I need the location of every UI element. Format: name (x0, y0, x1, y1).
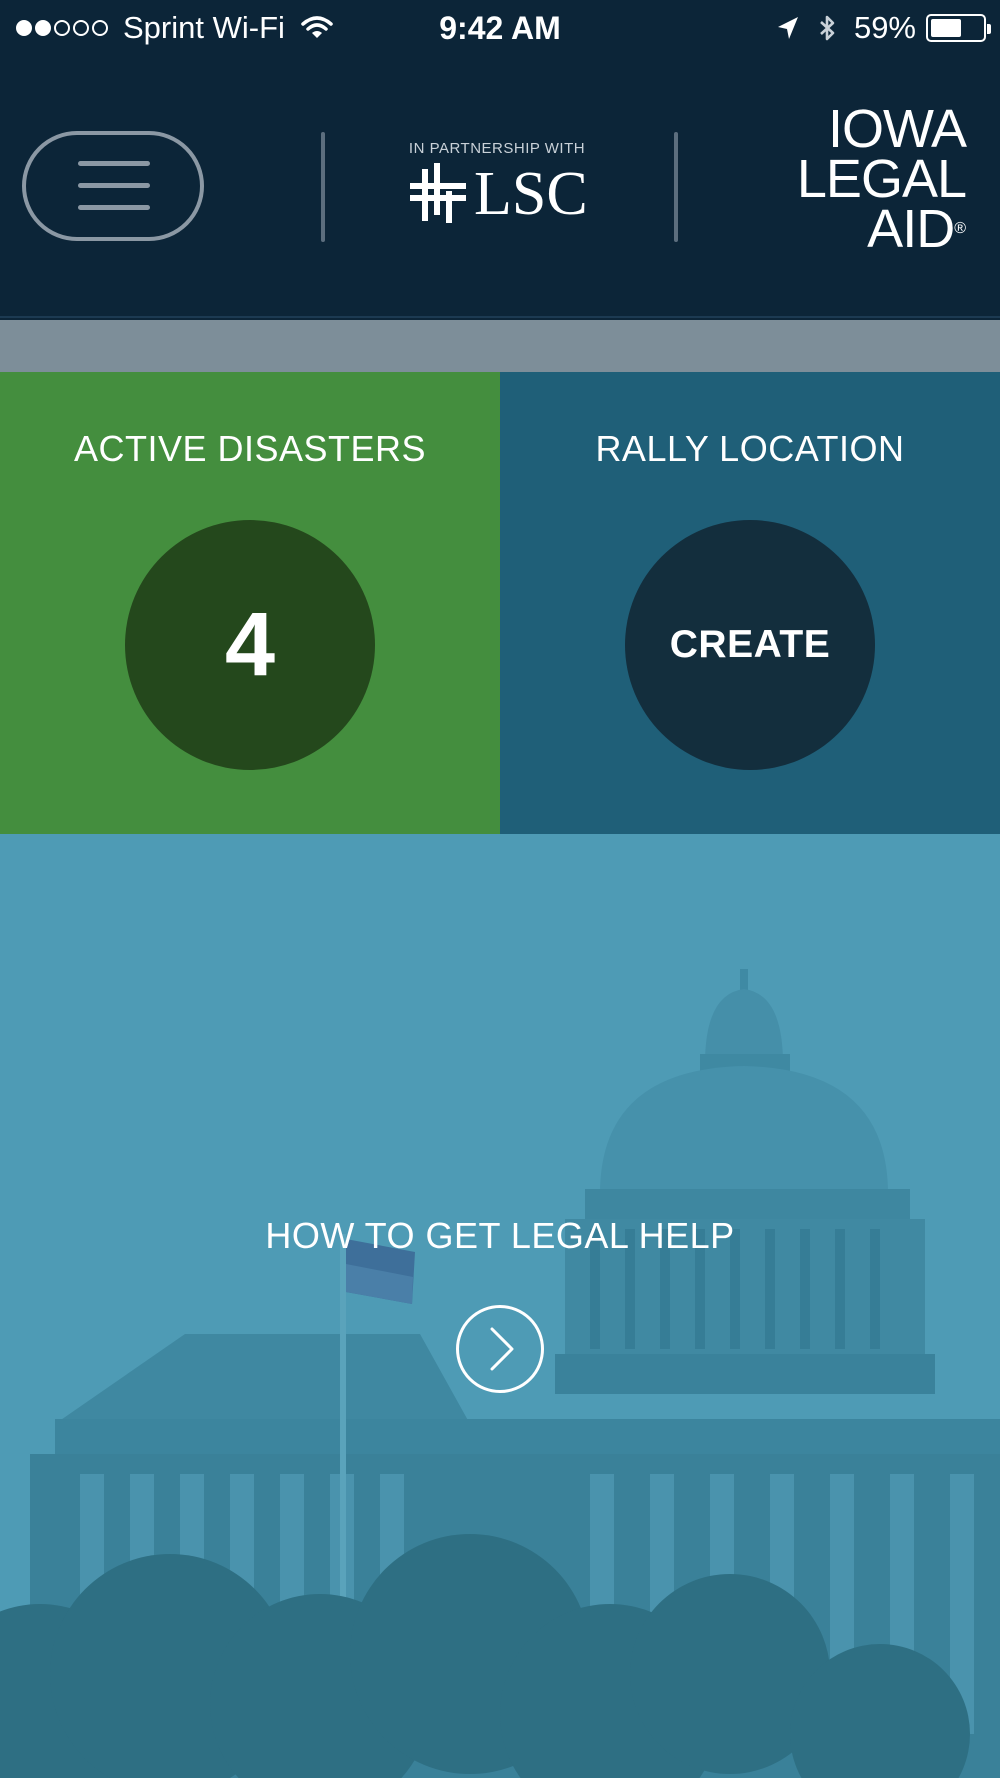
status-right: 59% (774, 10, 991, 46)
location-arrow-icon (777, 17, 798, 39)
registered-mark: ® (954, 220, 966, 237)
battery-level (931, 19, 961, 37)
logo-line: LEGAL (796, 149, 967, 209)
logo-line: IOWA (828, 99, 967, 159)
chevron-right-icon (490, 1327, 514, 1371)
legal-help-title: HOW TO GET LEGAL HELP (265, 1215, 735, 1256)
status-bar: Sprint Wi-Fi 9:42 AM 59% (0, 0, 1000, 58)
lsc-partner-logo: IN PARTNERSHIP WITH LSC (400, 140, 600, 240)
separator-strip (0, 320, 1000, 372)
app-header: Sprint Wi-Fi 9:42 AM 59% IN PARTNERSHIP … (0, 0, 1000, 318)
menu-line (78, 161, 150, 166)
bluetooth-icon (820, 15, 835, 41)
battery-tip (987, 24, 991, 34)
create-rally-button[interactable]: CREATE (625, 520, 875, 770)
menu-button[interactable] (22, 131, 204, 241)
legal-help-button[interactable] (456, 1305, 544, 1393)
lsc-mark-icon (410, 163, 466, 223)
battery-icon (926, 14, 991, 42)
active-disasters-count[interactable]: 4 (125, 520, 375, 770)
logo-line: AID (867, 199, 955, 259)
create-label: CREATE (669, 623, 831, 666)
iowa-legal-aid-logo: IOWA LEGAL AID® (766, 99, 967, 256)
header-divider (674, 132, 678, 242)
menu-line (78, 183, 150, 188)
disaster-count-value: 4 (224, 594, 276, 695)
active-disasters-title: ACTIVE DISASTERS (73, 428, 427, 469)
battery-percent: 59% (853, 10, 916, 45)
rally-location-title: RALLY LOCATION (595, 428, 905, 469)
partner-caption: IN PARTNERSHIP WITH (408, 140, 586, 157)
header-divider (321, 132, 325, 242)
lsc-logo-text: LSC (474, 160, 588, 228)
menu-line (78, 205, 150, 210)
